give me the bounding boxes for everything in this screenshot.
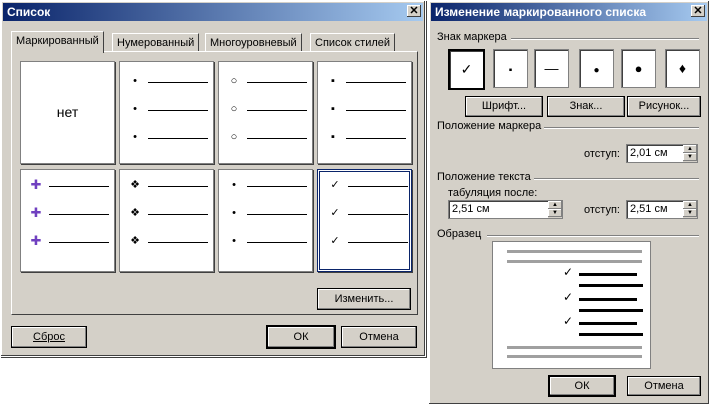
spin-down-icon[interactable]: ▼ bbox=[683, 209, 697, 217]
preview-bullet-line bbox=[579, 298, 637, 301]
bullet-option-square[interactable]: ▪ ▪ ▪ bbox=[317, 61, 412, 164]
none-label: нет bbox=[56, 104, 79, 120]
checkmark-icon: ✓ bbox=[330, 235, 340, 247]
picture-bullet-icon: ✚ bbox=[30, 177, 42, 192]
tab-after-spinner[interactable]: 2,51 см ▲ ▼ bbox=[448, 200, 563, 219]
font-button[interactable]: Шрифт... bbox=[465, 96, 543, 117]
modify-dialog-titlebar: Изменение маркированного списка ✕ bbox=[431, 3, 707, 21]
sample-preview: ✓ ✓ ✓ bbox=[492, 241, 651, 369]
square-bullet-icon: ▪ bbox=[508, 65, 513, 76]
bullet-option-dot[interactable]: • • • bbox=[119, 61, 214, 164]
close-icon[interactable]: ✕ bbox=[407, 5, 421, 17]
preview-bullet-line bbox=[579, 273, 637, 276]
square-bullet-icon: ▪ bbox=[331, 75, 335, 87]
marker-option-check[interactable]: ✓ bbox=[448, 49, 485, 90]
checkmark-icon: ✓ bbox=[563, 265, 574, 279]
spin-up-icon[interactable]: ▲ bbox=[683, 145, 697, 153]
marker-option-large-dot[interactable]: ● bbox=[621, 49, 656, 88]
dot-bullet-icon: • bbox=[232, 179, 236, 191]
tab-bulleted[interactable]: Маркированный bbox=[11, 31, 104, 53]
dot-bullet-icon: • bbox=[133, 75, 137, 87]
tab-after-value: 2,51 см bbox=[452, 203, 490, 215]
picture-bullet-icon: ✚ bbox=[30, 205, 42, 220]
preview-line bbox=[507, 346, 642, 349]
square-bullet-icon: ▪ bbox=[331, 103, 335, 115]
square-bullet-icon: ▪ bbox=[331, 131, 335, 143]
preview-line bbox=[507, 250, 642, 253]
marker-indent-value: 2,01 см bbox=[630, 147, 668, 159]
bullet-option-check[interactable]: ✓ ✓ ✓ bbox=[317, 169, 412, 272]
dot-bullet-icon: • bbox=[133, 131, 137, 143]
diamond-bullet-icon: ♦ bbox=[678, 60, 687, 76]
picture-button[interactable]: Рисунок... bbox=[627, 96, 701, 117]
dot-bullet-icon: • bbox=[232, 207, 236, 219]
text-indent-label: отступ: bbox=[584, 204, 620, 216]
preview-line bbox=[507, 260, 642, 263]
bullet-option-circle[interactable]: ○ ○ ○ bbox=[218, 61, 313, 164]
cancel-button[interactable]: Отмена bbox=[627, 376, 701, 396]
sample-label: Образец bbox=[437, 228, 482, 240]
tab-after-label: табуляция после: bbox=[448, 187, 538, 199]
list-dialog-title: Список bbox=[7, 5, 51, 19]
marker-option-square[interactable]: ▪ bbox=[493, 49, 528, 88]
marker-option-dash[interactable]: — bbox=[534, 49, 569, 88]
dash-bullet-icon: — bbox=[544, 60, 559, 76]
marker-position-label: Положение маркера bbox=[437, 120, 542, 132]
circle-bullet-icon: ○ bbox=[230, 103, 238, 115]
close-icon[interactable]: ✕ bbox=[691, 5, 705, 17]
spin-up-icon[interactable]: ▲ bbox=[683, 201, 697, 209]
ok-button[interactable]: ОК bbox=[266, 325, 336, 349]
symbol-button[interactable]: Знак... bbox=[547, 96, 625, 117]
picture-bullet-icon: ✚ bbox=[30, 233, 42, 248]
tab-numbered[interactable]: Нумерованный bbox=[112, 33, 200, 52]
spin-down-icon[interactable]: ▼ bbox=[683, 153, 697, 161]
marker-option-diamond[interactable]: ♦ bbox=[665, 49, 700, 88]
dot-bullet-icon: ● bbox=[593, 65, 600, 76]
preview-line bbox=[579, 333, 643, 336]
preview-line bbox=[507, 355, 642, 358]
marker-option-dot[interactable]: ● bbox=[579, 49, 614, 88]
reset-button[interactable]: Сброс bbox=[11, 326, 87, 348]
circle-bullet-icon: ○ bbox=[230, 131, 238, 143]
list-dialog-titlebar: Список ✕ bbox=[3, 3, 423, 21]
checkmark-icon: ✓ bbox=[460, 61, 473, 77]
bullet-option-diamond[interactable]: ❖ ❖ ❖ bbox=[119, 169, 214, 272]
bullet-option-small-dot[interactable]: • • • bbox=[218, 169, 313, 272]
text-indent-value: 2,51 см bbox=[630, 203, 668, 215]
spin-up-icon[interactable]: ▲ bbox=[548, 201, 562, 209]
dot-bullet-icon: • bbox=[232, 235, 236, 247]
checkmark-icon: ✓ bbox=[330, 179, 340, 191]
circle-bullet-icon: ○ bbox=[230, 75, 238, 87]
dot-bullet-icon: ● bbox=[634, 61, 643, 76]
marker-indent-spinner[interactable]: 2,01 см ▲ ▼ bbox=[626, 144, 698, 163]
marker-indent-label: отступ: bbox=[584, 148, 620, 160]
ok-button[interactable]: ОК bbox=[548, 375, 616, 397]
dot-bullet-icon: • bbox=[133, 103, 137, 115]
cancel-button[interactable]: Отмена bbox=[341, 326, 417, 348]
preview-line bbox=[579, 284, 643, 287]
tab-list-styles[interactable]: Список стилей bbox=[310, 33, 396, 52]
bullet-option-none[interactable]: нет bbox=[20, 61, 115, 164]
bullet-option-picture[interactable]: ✚ ✚ ✚ bbox=[20, 169, 115, 272]
checkmark-icon: ✓ bbox=[563, 290, 574, 304]
preview-bullet-line bbox=[579, 322, 637, 325]
spin-down-icon[interactable]: ▼ bbox=[548, 209, 562, 217]
preview-line bbox=[579, 309, 643, 312]
four-diamond-bullet-icon: ❖ bbox=[130, 235, 140, 247]
text-position-label: Положение текста bbox=[437, 171, 531, 183]
marker-group-label: Знак маркера bbox=[437, 31, 507, 43]
four-diamond-bullet-icon: ❖ bbox=[130, 179, 140, 191]
checkmark-icon: ✓ bbox=[330, 207, 340, 219]
modify-button[interactable]: Изменить... bbox=[317, 288, 411, 310]
four-diamond-bullet-icon: ❖ bbox=[130, 207, 140, 219]
checkmark-icon: ✓ bbox=[563, 314, 574, 328]
tab-multilevel[interactable]: Многоуровневый bbox=[205, 33, 302, 52]
modify-dialog-title: Изменение маркированного списка bbox=[435, 5, 647, 19]
list-dialog: Список ✕ Маркированный Нумерованный Мног… bbox=[0, 0, 426, 357]
text-indent-spinner[interactable]: 2,51 см ▲ ▼ bbox=[626, 200, 698, 219]
